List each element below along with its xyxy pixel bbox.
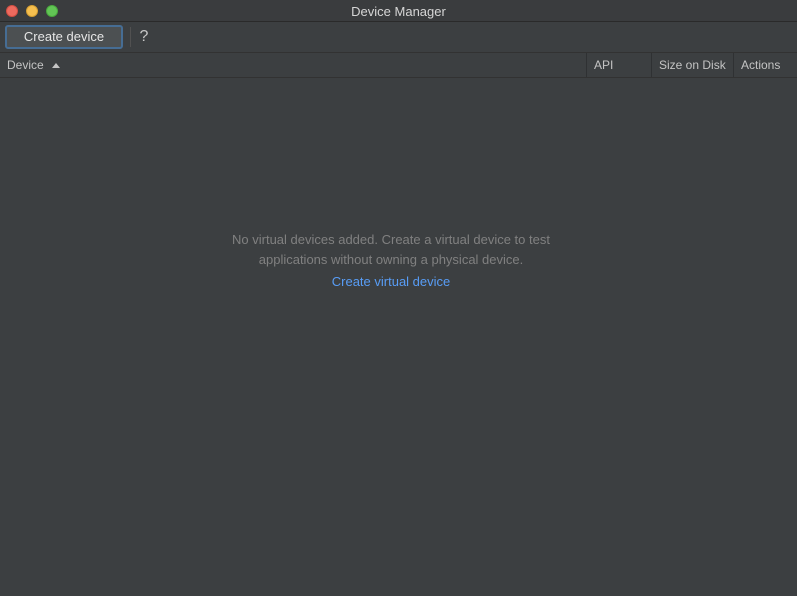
help-button[interactable]: ? xyxy=(135,26,153,48)
toolbar: Create device ? xyxy=(0,22,797,53)
column-header-device[interactable]: Device xyxy=(0,53,586,77)
sort-ascending-icon xyxy=(51,63,60,68)
column-header-label: API xyxy=(594,58,614,72)
column-header-label: Size on Disk xyxy=(659,58,726,72)
column-header-label: Actions xyxy=(741,58,781,72)
create-device-button[interactable]: Create device xyxy=(5,25,123,49)
device-table-body: No virtual devices added. Create a virtu… xyxy=(0,78,797,596)
empty-state-line: No virtual devices added. Create a virtu… xyxy=(232,232,550,247)
column-header-api[interactable]: API xyxy=(586,53,651,77)
device-manager-window: Device Manager Create device ? Device AP… xyxy=(0,0,797,596)
column-header-actions[interactable]: Actions xyxy=(733,53,797,77)
window-title: Device Manager xyxy=(351,4,446,19)
column-header-size-on-disk[interactable]: Size on Disk xyxy=(651,53,733,77)
create-virtual-device-link[interactable]: Create virtual device xyxy=(0,273,782,291)
table-header: Device API Size on Disk Actions xyxy=(0,53,797,78)
title-bar[interactable]: Device Manager xyxy=(0,0,797,22)
empty-state-message: No virtual devices added. Create a virtu… xyxy=(0,230,782,270)
toolbar-separator xyxy=(130,27,131,47)
empty-state-line: applications without owning a physical d… xyxy=(258,252,524,267)
column-header-label: Device xyxy=(7,58,44,72)
